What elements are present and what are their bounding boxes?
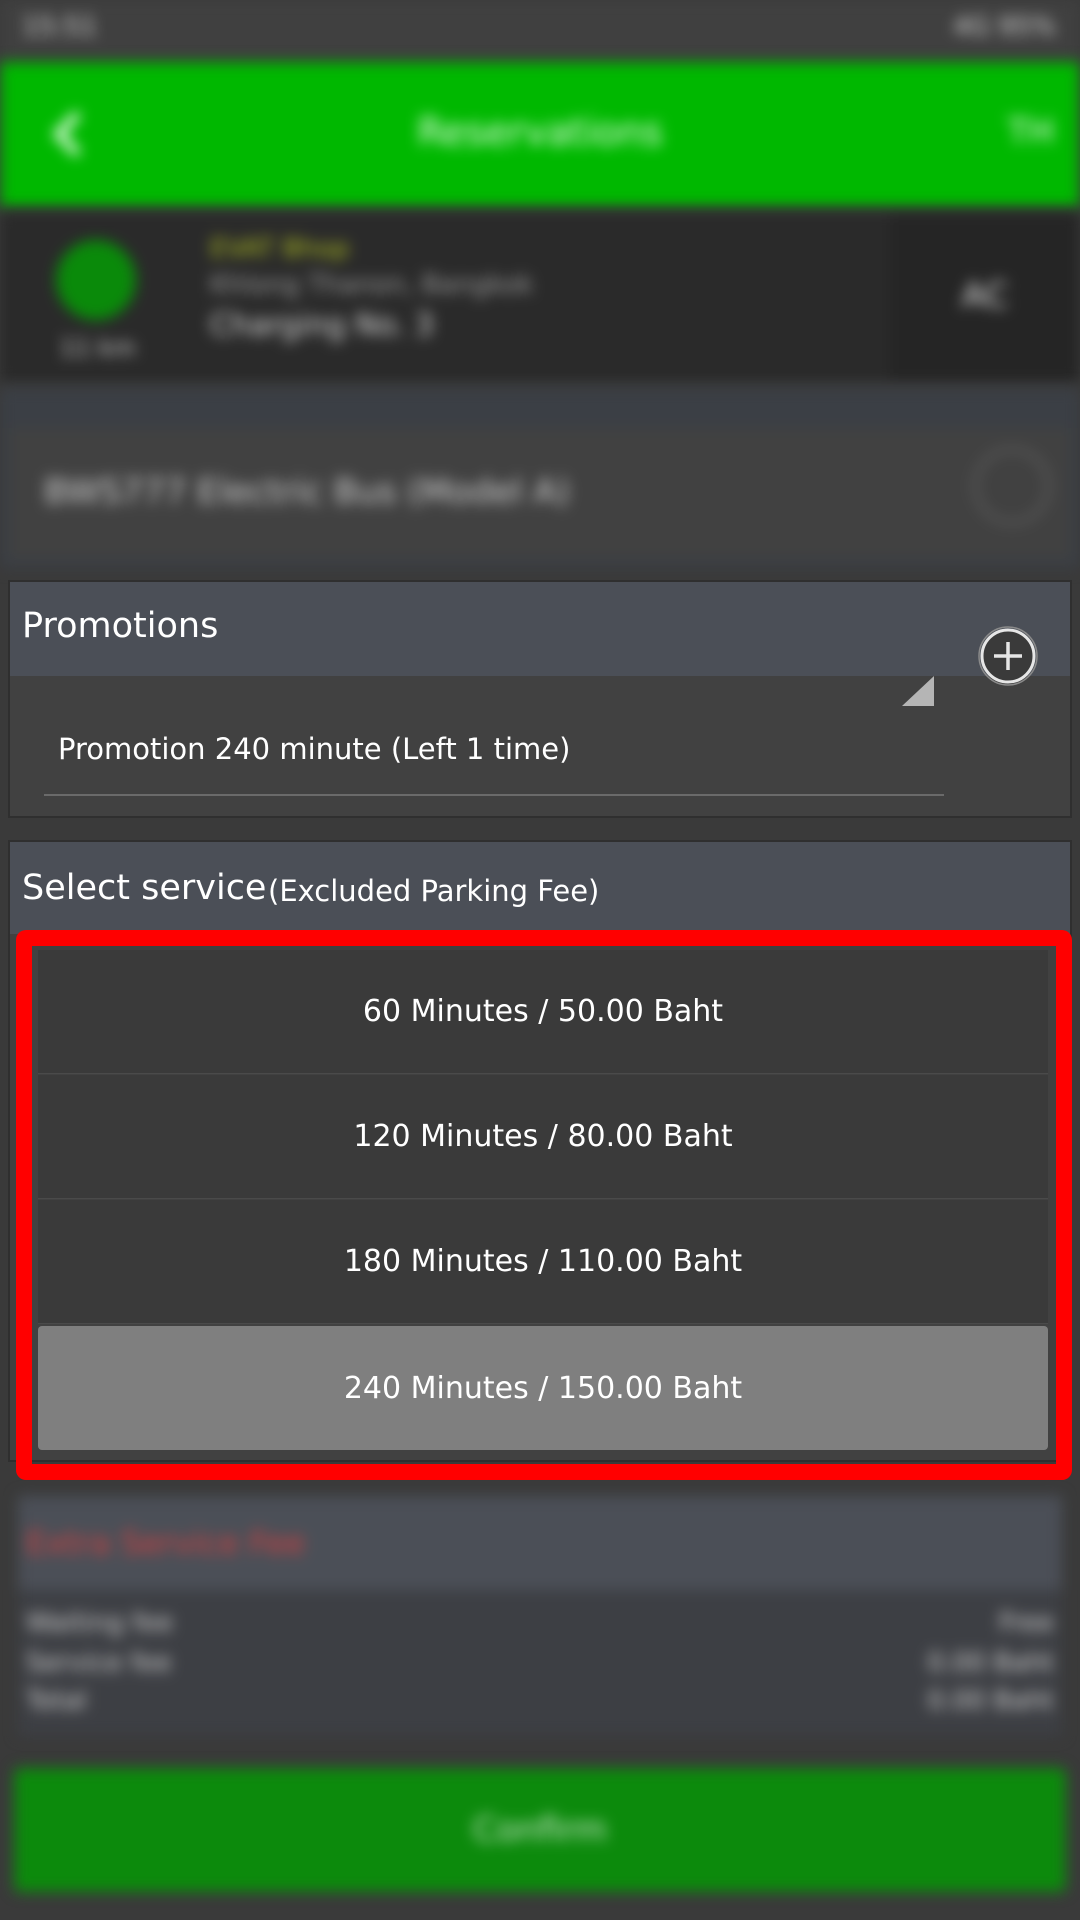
- fee-row-value: 0.00 Baht: [927, 1648, 1054, 1678]
- charger-number: Charging No. 3: [210, 308, 434, 343]
- station-info-card: 11 km EVAT Bhop Khlong Thanon, Bangkok C…: [0, 212, 1080, 382]
- fee-row-value: 0.00 Baht: [927, 1686, 1054, 1716]
- fee-summary-header: Extra Service Fee: [18, 1496, 1062, 1590]
- add-vehicle-icon[interactable]: [974, 448, 1050, 524]
- service-title: Select service: [22, 868, 267, 908]
- language-toggle[interactable]: TH: [1008, 112, 1054, 152]
- vehicle-value: BWS777 Electric Bus (Model A): [44, 472, 570, 512]
- service-note: (Excluded Parking Fee): [268, 874, 600, 908]
- add-circle-icon[interactable]: [978, 626, 1038, 686]
- confirm-button[interactable]: Confirm: [14, 1768, 1066, 1892]
- page-title: Reservations: [417, 110, 663, 154]
- status-time: 15:51: [22, 12, 97, 42]
- fee-row-label: Total: [26, 1686, 87, 1716]
- charger-type-badge: AC: [890, 212, 1080, 382]
- station-address: Khlong Thanon, Bangkok: [210, 270, 534, 300]
- charger-type-label: AC: [961, 276, 1009, 316]
- service-option-60[interactable]: 60 Minutes / 50.00 Baht: [38, 950, 1048, 1074]
- station-logo-icon: [56, 240, 136, 320]
- dropdown-corner-icon: [902, 676, 934, 706]
- fee-row-label: Service fee: [26, 1648, 172, 1678]
- fee-summary-title: Extra Service Fee: [26, 1524, 306, 1562]
- service-option-240[interactable]: 240 Minutes / 150.00 Baht: [38, 1326, 1048, 1450]
- promotions-section: Promotions Promotion 240 minute (Left 1 …: [8, 580, 1072, 818]
- fee-summary-card: Extra Service Fee Waiting fee Free Servi…: [18, 1496, 1062, 1736]
- dropdown-underline: [44, 794, 944, 796]
- status-indicators: 4G 95%: [953, 12, 1056, 42]
- app-bar: Reservations TH: [0, 62, 1080, 207]
- service-options-list: 60 Minutes / 50.00 Baht 120 Minutes / 80…: [38, 950, 1048, 1450]
- vehicle-select[interactable]: BWS777 Electric Bus (Model A): [10, 428, 1070, 558]
- service-header: Select service (Excluded Parking Fee): [10, 842, 1070, 934]
- vehicle-section: BWS777 Electric Bus (Model A): [0, 388, 1080, 568]
- service-option-120[interactable]: 120 Minutes / 80.00 Baht: [38, 1075, 1048, 1199]
- status-bar: 15:51 4G 95%: [0, 0, 1080, 60]
- fee-row-value: Free: [998, 1608, 1054, 1638]
- station-distance: 11 km: [60, 334, 136, 362]
- fee-row-label: Waiting fee: [26, 1608, 174, 1638]
- service-option-180[interactable]: 180 Minutes / 110.00 Baht: [38, 1200, 1048, 1324]
- promotions-header: Promotions: [10, 582, 1070, 676]
- station-name: EVAT Bhop: [210, 234, 350, 264]
- promotions-title: Promotions: [22, 606, 219, 646]
- confirm-label: Confirm: [472, 1810, 607, 1850]
- promotion-selected-value: Promotion 240 minute (Left 1 time): [58, 732, 571, 766]
